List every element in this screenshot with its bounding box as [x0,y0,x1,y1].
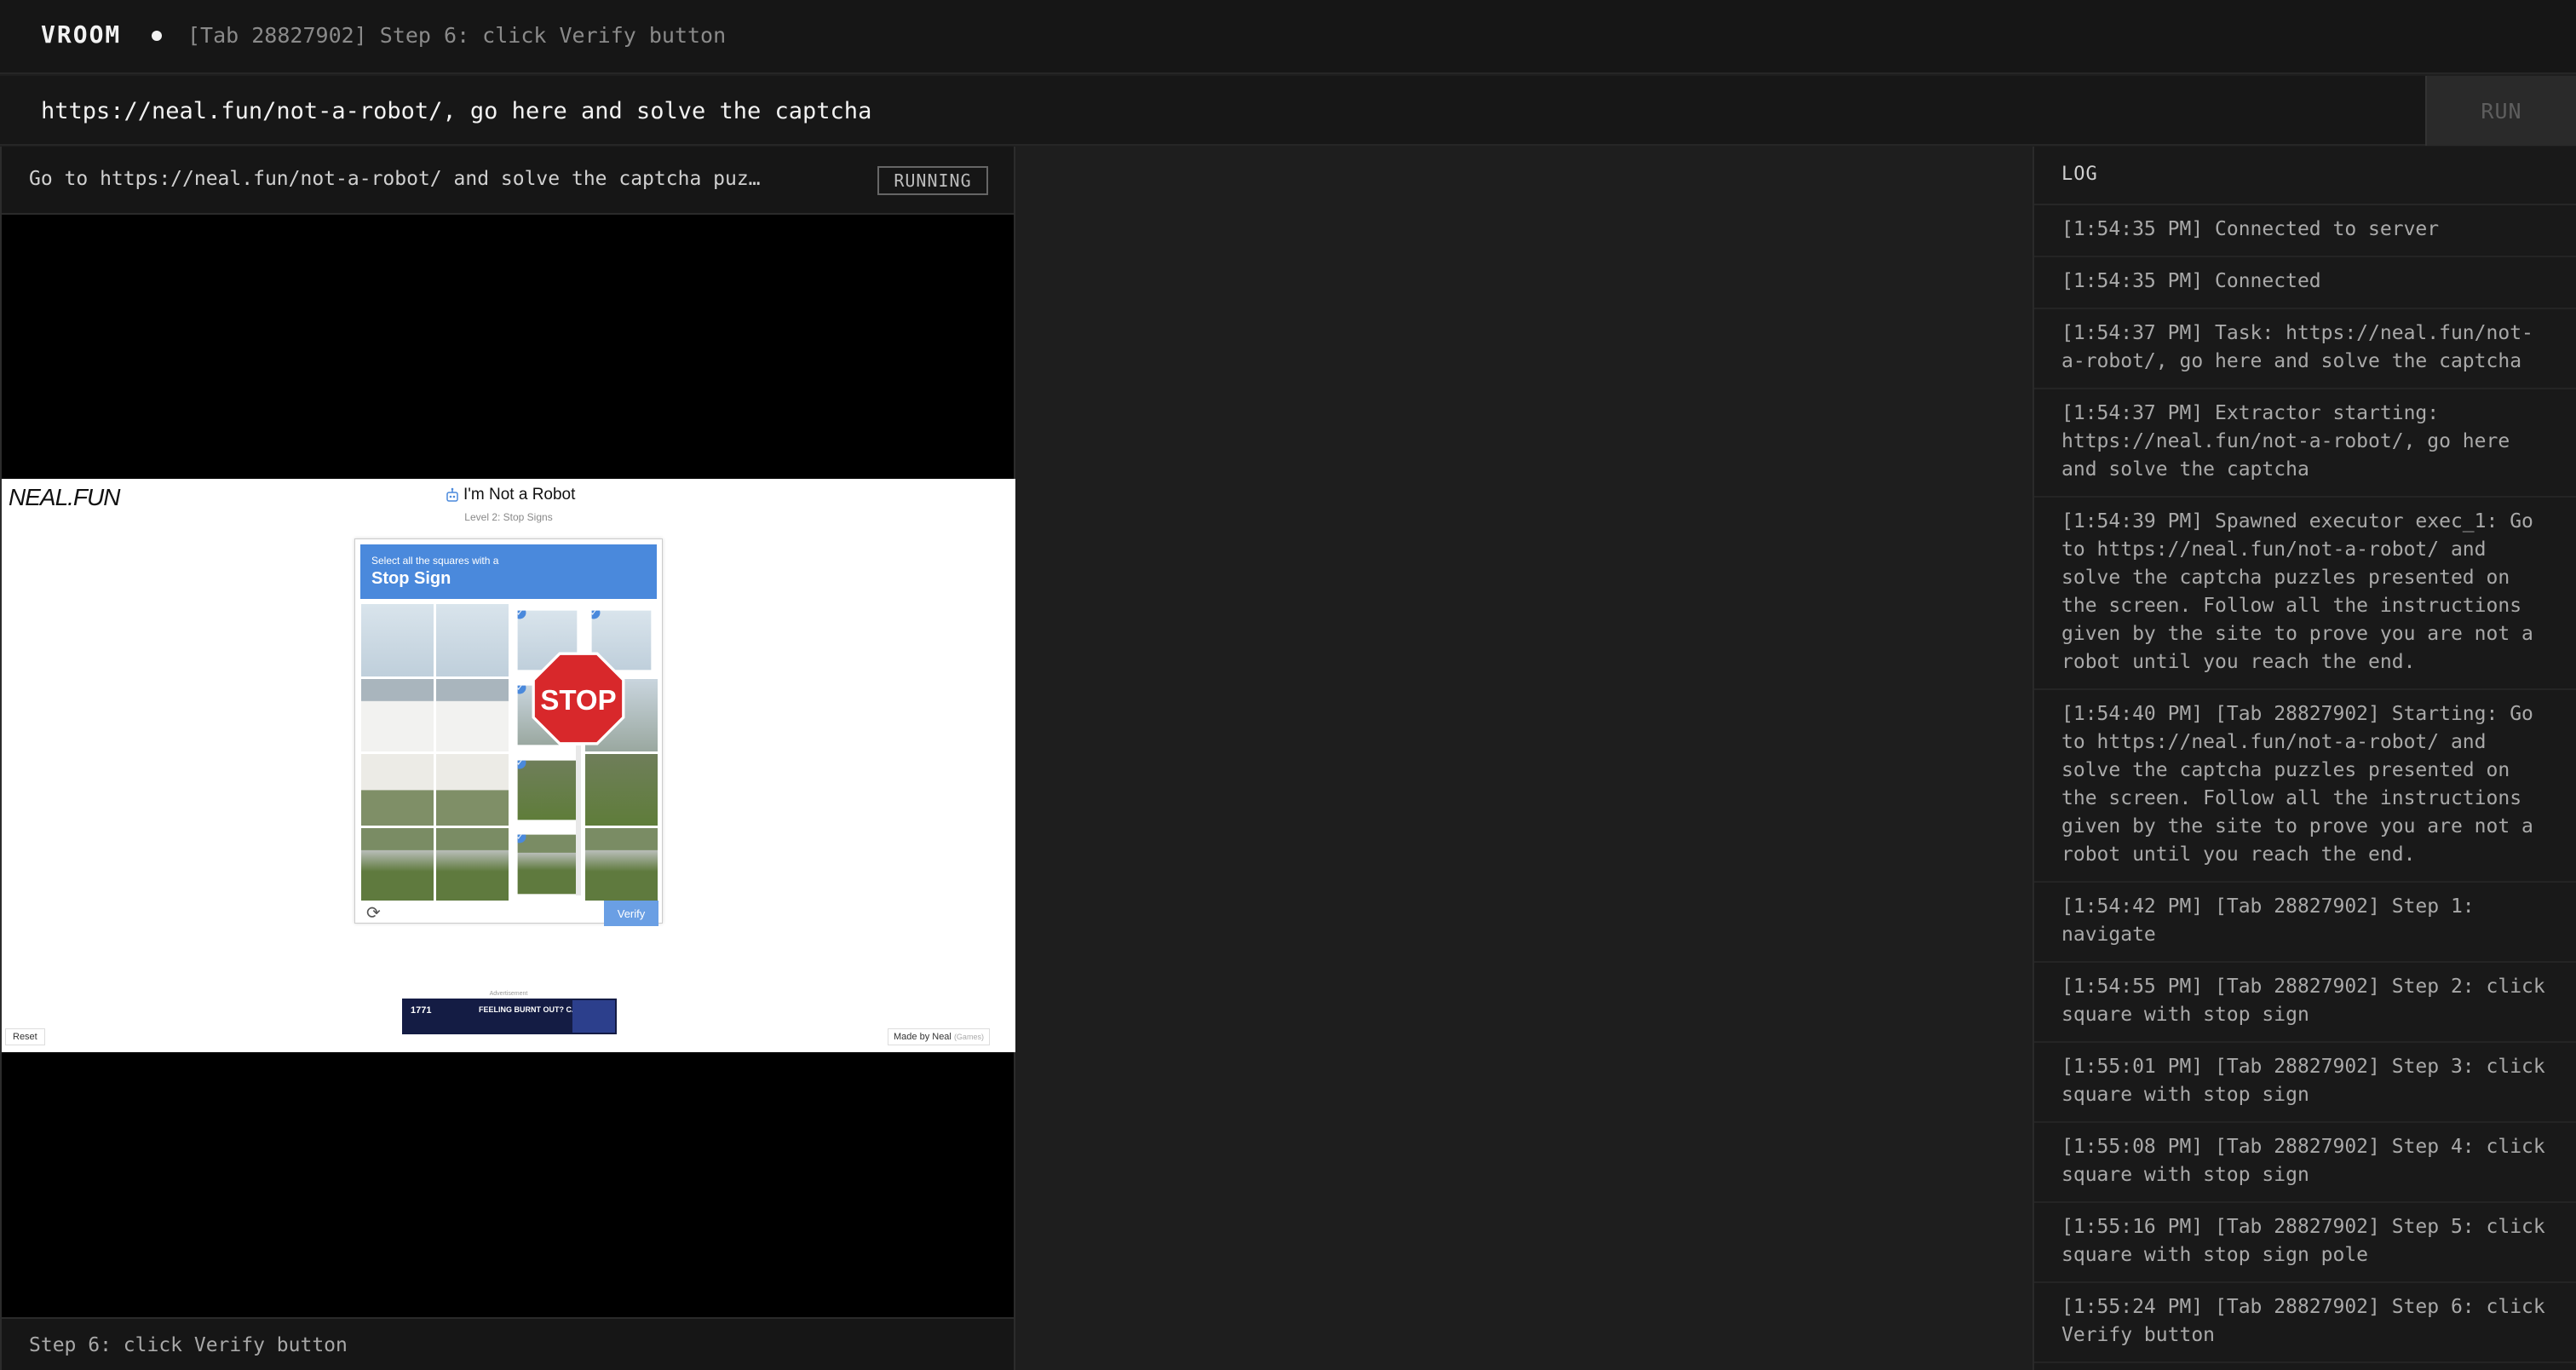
log-entry: [1:54:35 PM] Connected [2034,257,2576,309]
reset-button[interactable]: Reset [5,1028,45,1045]
made-by-text: Made by Neal [894,1032,952,1042]
captcha-tile[interactable] [435,828,509,901]
captcha-target: Stop Sign [371,569,451,588]
captcha-grid: ✓ ✓ ✓ ✓ ✓ STOP [361,604,658,901]
log-entry: [1:54:37 PM] Extractor starting: https:/… [2034,389,2576,498]
captcha-footer: ⟳ Verify [355,901,664,926]
captcha-header: Select all the squares with a Stop Sign [360,544,657,599]
log-entry: [1:55:24 PM] [Tab 28827902] Step 6: clic… [2034,1283,2576,1363]
refresh-icon[interactable]: ⟳ [366,902,381,924]
site-title: I'm Not a Robot [463,486,576,504]
made-by-extra: (Games) [953,1033,984,1041]
log-entry: [1:54:39 PM] Spawned executor exec_1: Go… [2034,498,2576,690]
browser-panel: Go to https://neal.fun/not-a-robot/ and … [0,147,1015,1370]
log-title: LOG [2061,164,2098,185]
task-bar: RUN [0,76,2576,146]
checkmark-icon: ✓ [591,610,601,619]
top-bar: VROOM [Tab 28827902] Step 6: click Verif… [0,0,2576,74]
log-entry: [1:55:08 PM] [Tab 28827902] Step 4: clic… [2034,1123,2576,1203]
browser-viewport: NEAL.FUN I'm Not a Robot Level 2: Stop S… [2,479,1015,1052]
ad-image [572,1000,615,1033]
app-name: VROOM [41,20,122,49]
captcha-tile[interactable] [435,678,509,751]
captcha-tile[interactable] [361,828,434,901]
checkmark-icon: ✓ [517,685,526,694]
svg-text:STOP: STOP [540,684,616,716]
captcha-tile[interactable] [361,753,434,826]
ad-number: 1771 [411,1005,432,1016]
captcha-tile[interactable] [585,828,658,901]
connection-status-dot [152,31,162,41]
log-list[interactable]: [1:54:35 PM] Connected to server [1:54:35… [2034,204,2576,1363]
made-by-link[interactable]: Made by Neal (Games) [888,1028,990,1045]
level-subtitle: Level 2: Stop Signs [464,511,553,523]
captcha-tile[interactable] [585,753,658,826]
log-panel: LOG [1:54:35 PM] Connected to server [1:5… [2033,147,2576,1370]
captcha-tile[interactable] [361,604,434,676]
log-entry: [1:54:37 PM] Task: https://neal.fun/not-… [2034,309,2576,389]
status-badge: RUNNING [877,166,988,195]
site-logo[interactable]: NEAL.FUN [9,484,120,511]
current-step-text: Step 6: click Verify button [29,1334,348,1356]
log-entry: [1:55:16 PM] [Tab 28827902] Step 5: clic… [2034,1203,2576,1283]
current-step-status: [Tab 28827902] Step 6: click Verify butt… [187,23,727,48]
captcha-tile[interactable]: ✓ [517,834,577,895]
browser-panel-header: Go to https://neal.fun/not-a-robot/ and … [2,147,1014,215]
log-entry: [1:55:01 PM] [Tab 28827902] Step 3: clic… [2034,1043,2576,1123]
checkmark-icon: ✓ [517,834,526,843]
captcha-widget: Select all the squares with a Stop Sign … [354,538,664,926]
captcha-tile[interactable] [435,604,509,676]
checkmark-icon: ✓ [517,760,526,768]
browser-panel-footer: Step 6: click Verify button [2,1317,1014,1370]
ad-banner[interactable]: 1771 FEELING BURNT OUT? CALL 1771. [402,999,617,1034]
captcha-tile[interactable]: ✓ [517,760,577,820]
log-entry: [1:54:35 PM] Connected to server [2034,205,2576,257]
robot-icon [446,487,458,502]
task-input[interactable] [0,76,2424,146]
captcha-instruction: Select all the squares with a [371,555,499,567]
log-entry: [1:54:42 PM] [Tab 28827902] Step 1: navi… [2034,883,2576,963]
ad-label: Advertisement [489,991,528,997]
stop-sign-icon: STOP [532,652,625,745]
stop-sign-pole [576,745,581,895]
checkmark-icon: ✓ [517,610,526,619]
captcha-tile[interactable] [361,678,434,751]
log-entry: [1:54:55 PM] [Tab 28827902] Step 2: clic… [2034,963,2576,1043]
verify-button[interactable]: Verify [604,901,658,926]
log-entry: [1:54:40 PM] [Tab 28827902] Starting: Go… [2034,690,2576,883]
captcha-tile[interactable] [435,753,509,826]
run-button[interactable]: RUN [2425,76,2576,146]
browser-task-title: Go to https://neal.fun/not-a-robot/ and … [29,168,761,190]
